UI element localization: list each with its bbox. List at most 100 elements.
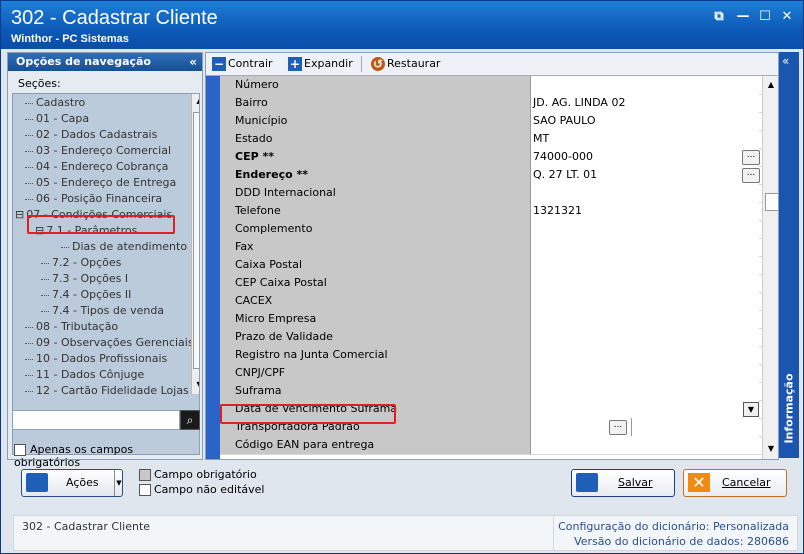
field-label: CEP Caixa Postal (235, 276, 327, 289)
salvar-button[interactable]: Salvar (571, 469, 675, 497)
cancelar-button[interactable]: ✕ Cancelar (683, 469, 787, 497)
collapse-nav-icon[interactable]: « (189, 53, 197, 71)
grid-row: Telefone 1321321 (220, 202, 762, 221)
grid-row: Fax (220, 238, 762, 257)
scroll-up-icon[interactable]: ▲ (193, 96, 199, 108)
field-value-input[interactable] (531, 310, 759, 328)
acoes-button[interactable]: Ações ▼ (21, 469, 123, 497)
config-value: Personalizada (712, 520, 789, 533)
field-value-input[interactable]: 1321321 (531, 202, 759, 220)
tree-item[interactable]: 7.4 - Tipos de venda (41, 303, 164, 319)
field-value: 1321321 (533, 204, 582, 217)
search-icon[interactable]: ⌕ (180, 410, 200, 430)
dropdown-chevron-icon[interactable]: ▼ (743, 402, 759, 417)
tree-item[interactable]: 03 - Endereço Comercial (25, 143, 171, 159)
tree-item[interactable]: Dias de atendimento (61, 239, 187, 255)
lookup-button[interactable]: ... (742, 168, 760, 183)
tree-scroll-thumb[interactable] (193, 112, 199, 369)
plus-icon: + (288, 57, 302, 71)
tree-line (61, 246, 69, 248)
fields-panel: − Contrair + Expandir ↺ Restaurar Número Bai… (205, 52, 779, 460)
field-value-input[interactable] (531, 292, 759, 310)
tree-item[interactable]: 7.2 - Opções (41, 255, 121, 271)
tree-item[interactable]: 10 - Dados Profissionais (25, 351, 167, 367)
tree-item[interactable]: 05 - Endereço de Entrega (25, 175, 176, 191)
tree-expander-icon[interactable]: ⊟ (15, 208, 24, 221)
field-value-input[interactable] (531, 256, 759, 274)
grid-scroll-down-icon[interactable]: ▼ (765, 444, 777, 454)
tree-item[interactable]: 7.4 - Opções II (41, 287, 131, 303)
versao-value: 280686 (747, 535, 789, 548)
field-value-input[interactable] (531, 328, 759, 346)
tree-item[interactable]: 09 - Observações Gerenciais (25, 335, 194, 351)
status-config: Configuração do dicionário: Personalizad… (558, 520, 789, 533)
lookup-button[interactable]: ... (609, 420, 627, 435)
tree-item[interactable]: 01 - Capa (25, 111, 89, 127)
field-value: MT (533, 132, 550, 145)
tree-item[interactable]: Cadastro (25, 95, 85, 111)
lookup-button[interactable]: ... (742, 150, 760, 165)
maximize-button[interactable]: ☐ (757, 9, 773, 25)
field-label: CEP ** (235, 150, 274, 163)
field-value-input[interactable]: SAO PAULO (531, 112, 759, 130)
close-button[interactable]: ✕ (779, 9, 795, 25)
tree-line (25, 198, 33, 200)
tree-line (25, 390, 33, 392)
tree-item[interactable]: 04 - Endereço Cobrança (25, 159, 168, 175)
field-value-input[interactable] (531, 436, 759, 454)
grid-scroll-up-icon[interactable]: ▲ (765, 80, 777, 90)
tree-item[interactable]: 12 - Cartão Fidelidade Lojas (25, 383, 189, 399)
field-value-input[interactable] (531, 364, 759, 382)
grid-row: CACEX (220, 292, 762, 311)
checkbox-icon[interactable] (14, 444, 26, 456)
contrair-button[interactable]: − Contrair (212, 56, 273, 72)
field-value-input[interactable] (531, 220, 759, 238)
expandir-button[interactable]: + Expandir (288, 56, 353, 72)
sections-tree: Cadastro 01 - Capa 02 - Dados Cadastrais 03… (12, 93, 200, 455)
tree-scrollbar[interactable]: ▲ ▼ (191, 94, 199, 394)
field-value-input[interactable] (531, 184, 759, 202)
field-value-input[interactable] (531, 238, 759, 256)
title-bar: 302 - Cadastrar Cliente Winthor - PC Sis… (1, 1, 803, 49)
scroll-down-icon[interactable]: ▼ (193, 380, 199, 392)
field-value-input[interactable]: MT (531, 130, 759, 148)
field-value-input[interactable]: JD. AG. LINDA 02 (531, 94, 759, 112)
salvar-label: Salvar (618, 476, 653, 489)
apenas-obrigatorios-checkbox[interactable]: Apenas os campos obrigatórios (14, 443, 202, 469)
grid-scrollbar[interactable]: ▲ ▼ (762, 76, 778, 459)
collapse-info-icon[interactable]: « (782, 54, 789, 68)
tree-line (25, 358, 33, 360)
grid-row-label: Caixa Postal (220, 256, 531, 274)
field-value-input[interactable]: ... (531, 418, 759, 436)
tree-item[interactable]: 7.3 - Opções I (41, 271, 128, 287)
tree-item[interactable]: 11 - Dados Cônjuge (25, 367, 144, 383)
grid-row-label: Município (220, 112, 531, 130)
field-value-input[interactable]: Q. 27 LT. 01... (531, 166, 760, 184)
grid-row: Estado MT (220, 130, 762, 149)
info-panel[interactable]: « Informação (779, 52, 799, 458)
status-window-name: 302 - Cadastrar Cliente (22, 520, 151, 533)
restore-icon[interactable]: ⧉ (711, 9, 727, 25)
field-value-input[interactable]: 74000-000... (531, 148, 760, 166)
field-value-input[interactable]: ▼ (531, 400, 759, 418)
field-value-input[interactable] (531, 346, 759, 364)
contrair-label: Contrair (228, 57, 273, 70)
restaurar-button[interactable]: ↺ Restaurar (371, 56, 440, 72)
grid-row: Complemento (220, 220, 762, 239)
tree-item-label: 08 - Tributação (36, 320, 119, 333)
chevron-down-icon[interactable]: ▼ (114, 470, 123, 496)
tree-item[interactable]: 02 - Dados Cadastrais (25, 127, 157, 143)
search-input[interactable] (12, 410, 180, 430)
cancelar-label: Cancelar (722, 476, 771, 489)
tree-line (41, 294, 49, 296)
minimize-button[interactable]: — (735, 9, 751, 25)
tree-item[interactable]: 08 - Tributação (25, 319, 118, 335)
grid-row-label: CNPJ/CPF (220, 364, 531, 382)
field-value-input[interactable] (531, 382, 759, 400)
grid-scroll-thumb[interactable] (765, 193, 778, 211)
field-value-input[interactable] (531, 76, 759, 94)
grid-row: DDD Internacional (220, 184, 762, 203)
tree-item[interactable]: 06 - Posição Financeira (25, 191, 162, 207)
field-value-input[interactable] (531, 274, 759, 292)
grid-row-label: Fax (220, 238, 531, 256)
